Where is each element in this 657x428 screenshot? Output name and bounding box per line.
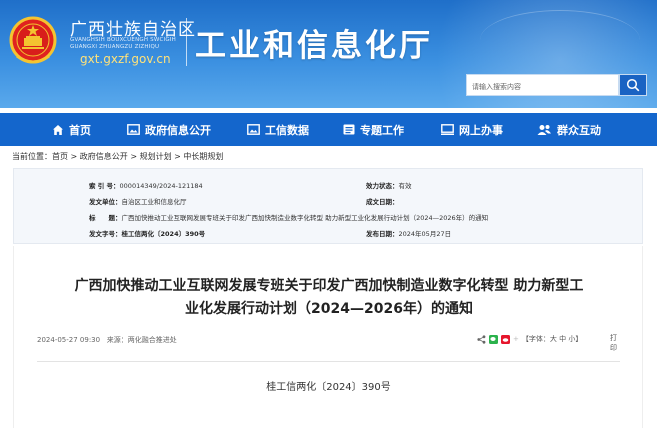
- nav-item-label: 政府信息公开: [145, 123, 211, 137]
- main-nav: 首页 政府信息公开 工信数据 专题工作 网上办事 群众互动: [0, 113, 657, 146]
- document-number: 桂工信两化〔2024〕390号: [266, 382, 391, 393]
- meta-index: 索 引 号：000014349/2024-121184: [89, 180, 203, 190]
- wechat-icon[interactable]: [489, 334, 498, 344]
- meta-published-label: 发布日期：: [366, 230, 399, 238]
- article-datetime: 2024-05-27 09:30: [37, 336, 101, 344]
- search-button[interactable]: [619, 74, 647, 96]
- article-tools: + 【字体： 大 中 小 】: [477, 334, 582, 344]
- breadcrumb-item-plans[interactable]: 规划计划: [140, 152, 172, 161]
- meta-title-label: 标 题：: [89, 214, 122, 222]
- picture-icon: [247, 124, 260, 135]
- nav-item-label: 首页: [69, 123, 91, 137]
- search-input[interactable]: 请输入搜索内容: [466, 74, 619, 96]
- meta-issuer: 发文单位：自治区工业和信息化厅: [89, 196, 187, 206]
- nav-item-topics[interactable]: 专题工作: [343, 113, 404, 146]
- list-icon: [343, 124, 355, 135]
- breadcrumb-item-home[interactable]: 首页: [52, 152, 68, 161]
- meta-docno: 发文字号：桂工信两化〔2024〕390号: [89, 228, 205, 238]
- breadcrumb-separator: >: [68, 152, 80, 161]
- font-size-small[interactable]: 小: [568, 334, 575, 344]
- share-icon[interactable]: [477, 334, 486, 344]
- article-title-line: 业化发展行动计划（2024—2026年）的通知: [185, 301, 473, 317]
- meta-published-value: 2024年05月27日: [398, 230, 452, 238]
- monitor-icon: [441, 124, 454, 135]
- font-size-medium[interactable]: 中: [559, 334, 566, 344]
- breadcrumb-separator: >: [127, 152, 140, 161]
- meta-written-date: 成文日期：: [366, 196, 399, 206]
- meta-issuer-value: 自治区工业和信息化厅: [121, 198, 187, 206]
- nav-item-home[interactable]: 首页: [52, 113, 91, 146]
- print-button[interactable]: 打印: [610, 333, 618, 353]
- article-divider: [37, 361, 620, 362]
- font-size-large[interactable]: 大: [550, 334, 557, 344]
- site-domain[interactable]: gxt.gxzf.gov.cn: [80, 52, 171, 66]
- article-source-label: 来源：: [106, 336, 128, 344]
- meta-published: 发布日期：2024年05月27日: [366, 228, 451, 238]
- nav-item-gov-info[interactable]: 政府信息公开: [127, 113, 211, 146]
- weibo-icon[interactable]: [501, 334, 510, 344]
- meta-title: 标 题：广西加快推动工业互联网发展专班关于印发广西加快制造业数字化转型 助力新型…: [89, 212, 488, 222]
- document-meta-panel: 索 引 号：000014349/2024-121184 效力状态：有效 发文单位…: [13, 168, 643, 244]
- people-icon: [537, 125, 551, 135]
- picture-icon: [127, 124, 140, 135]
- breadcrumb-separator: >: [171, 152, 184, 161]
- meta-status: 效力状态：有效: [366, 180, 412, 190]
- nav-item-data[interactable]: 工信数据: [247, 113, 309, 146]
- nav-item-label: 网上办事: [459, 123, 503, 137]
- breadcrumb-item-long-term[interactable]: 中长期规划: [183, 152, 223, 161]
- meta-issuer-label: 发文单位：: [89, 198, 122, 206]
- breadcrumb-item-gov-info[interactable]: 政府信息公开: [80, 152, 128, 161]
- article-source-value: 两化融合推进处: [127, 336, 177, 344]
- meta-index-value: 000014349/2024-121184: [119, 182, 203, 190]
- region-pinyin: GVANGHSIH BOUXCUENGH SWCIGIH GUANGXI ZHU…: [70, 37, 176, 50]
- nav-item-interaction[interactable]: 群众互动: [537, 113, 601, 146]
- meta-status-value: 有效: [398, 182, 412, 190]
- breadcrumb-prefix: 当前位置：: [12, 152, 52, 161]
- nav-item-label: 群众互动: [557, 123, 601, 137]
- article-title-line: 广西加快推动工业互联网发展专班关于印发广西加快制造业数字化转型 助力新型工: [74, 278, 584, 294]
- national-emblem-icon: [9, 16, 57, 64]
- meta-index-label: 索 引 号：: [89, 182, 120, 190]
- site-header: 广西壮族自治区 GVANGHSIH BOUXCUENGH SWCIGIH GUA…: [0, 0, 657, 108]
- nav-item-online-services[interactable]: 网上办事: [441, 113, 503, 146]
- article-title: 广西加快推动工业互联网发展专班关于印发广西加快制造业数字化转型 助力新型工 业化…: [36, 275, 622, 321]
- search-icon: [626, 78, 640, 92]
- nav-item-label: 工信数据: [265, 123, 309, 137]
- meta-docno-label: 发文字号：: [89, 230, 122, 238]
- header-decoration-arc: [480, 10, 640, 70]
- article-meta: 2024-05-27 09:30 来源：两化融合推进处: [37, 335, 177, 345]
- breadcrumb: 当前位置：首页 > 政府信息公开 > 规划计划 > 中长期规划: [12, 151, 223, 162]
- home-icon: [53, 124, 63, 135]
- meta-title-value: 广西加快推动工业互联网发展专班关于印发广西加快制造业数字化转型 助力新型工业化发…: [121, 214, 489, 222]
- header-divider: [186, 18, 187, 66]
- meta-written-date-label: 成文日期：: [366, 198, 399, 206]
- font-size-close: 】: [575, 335, 583, 343]
- department-title[interactable]: 工业和信息化厅: [195, 20, 433, 65]
- nav-item-label: 专题工作: [360, 123, 404, 137]
- meta-status-label: 效力状态：: [366, 182, 399, 190]
- font-size-open: 【字体：: [521, 335, 550, 343]
- plus-icon[interactable]: +: [513, 335, 519, 343]
- meta-docno-value: 桂工信两化〔2024〕390号: [121, 230, 206, 238]
